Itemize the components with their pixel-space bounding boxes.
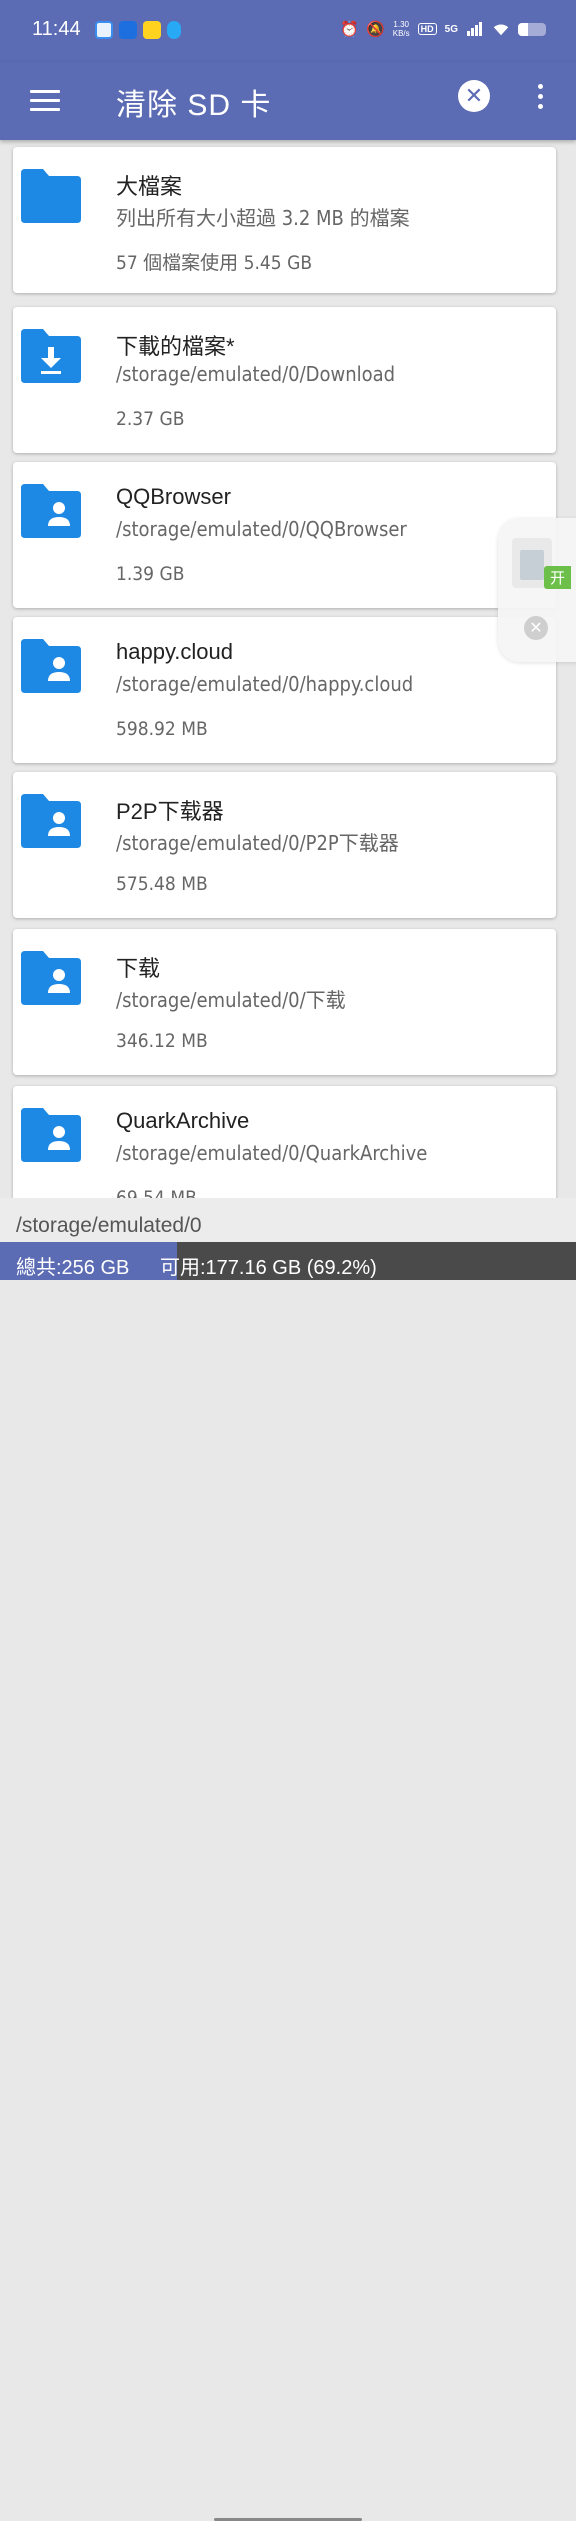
current-path: /storage/emulated/0 [16, 1214, 202, 1237]
user-folder-icon [21, 484, 81, 538]
list-item[interactable]: 下載的檔案* /storage/emulated/0/Download 2.37… [13, 307, 556, 453]
mute-icon: 🔕 [366, 21, 386, 38]
widget-tag[interactable]: 开 [544, 566, 572, 589]
hd-badge: HD [417, 23, 437, 35]
app-notification-icon [119, 21, 137, 39]
item-path: /storage/emulated/0/QuarkArchive [116, 1141, 428, 1165]
item-size: 1.39 GB [116, 563, 185, 585]
item-name: QQBrowser [116, 484, 231, 509]
list-item[interactable]: QuarkArchive /storage/emulated/0/QuarkAr… [13, 1086, 556, 1198]
user-folder-icon [21, 951, 81, 1005]
item-size: 346.12 MB [116, 1030, 208, 1052]
network-type: 5G [444, 23, 458, 35]
widget-close-icon[interactable]: ✕ [524, 616, 548, 640]
item-name: 大檔案 [116, 174, 183, 199]
close-button[interactable]: ✕ [458, 80, 490, 112]
list-item[interactable]: P2P下载器 /storage/emulated/0/P2P下载器 575.48… [13, 772, 556, 918]
user-folder-icon [21, 1108, 81, 1162]
page-title: 清除 SD 卡 [116, 89, 272, 122]
item-path: /storage/emulated/0/P2P下载器 [116, 831, 399, 855]
item-name: happy.cloud [116, 639, 234, 664]
qq-notification-icon [167, 21, 181, 39]
menu-button[interactable] [28, 84, 62, 118]
wifi-icon [492, 20, 510, 38]
item-path: /storage/emulated/0/下载 [116, 988, 346, 1012]
item-name: QuarkArchive [116, 1108, 250, 1133]
folder-icon [21, 169, 81, 223]
item-path: /storage/emulated/0/happy.cloud [116, 672, 414, 696]
item-size: 57 個檔案使用 5.45 GB [116, 252, 313, 274]
status-right: ⏰ 🔕 1.30 KB/s HD 5G [340, 20, 546, 38]
list-item[interactable]: 下载 /storage/emulated/0/下载 346.12 MB [13, 929, 556, 1075]
folder-list: 大檔案 列出所有大小超過 3.2 MB 的檔案 57 個檔案使用 5.45 GB… [0, 140, 576, 1198]
item-size: 2.37 GB [116, 408, 185, 430]
item-size: 69.54 MB [116, 1187, 197, 1198]
close-icon: ✕ [464, 83, 484, 108]
current-path-bar: /storage/emulated/0 [0, 1198, 576, 1242]
list-item[interactable]: 大檔案 列出所有大小超過 3.2 MB 的檔案 57 個檔案使用 5.45 GB [13, 147, 556, 293]
item-name: 下載的檔案* [116, 334, 235, 359]
item-path: /storage/emulated/0/QQBrowser [116, 517, 407, 541]
more-options-button[interactable] [524, 80, 556, 114]
storage-bar: 總共:256 GB 可用:177.16 GB (69.2%) [0, 1242, 576, 2521]
alarm-icon: ⏰ [340, 21, 360, 38]
net-speed-unit: KB/s [392, 29, 410, 38]
item-size: 575.48 MB [116, 873, 208, 895]
signal-icon [466, 20, 484, 38]
storage-total: 總共:256 GB [16, 1257, 130, 1279]
floating-cleaner-widget: 开 ✕ [498, 518, 576, 662]
notification-icons [95, 21, 181, 39]
download-folder-icon [21, 329, 81, 383]
item-path: /storage/emulated/0/Download [116, 362, 396, 386]
storage-available: 可用:177.16 GB (69.2%) [160, 1257, 377, 1279]
item-name: 下载 [116, 956, 161, 981]
user-folder-icon [21, 639, 81, 693]
list-item[interactable]: happy.cloud /storage/emulated/0/happy.cl… [13, 617, 556, 763]
net-speed-value: 1.30 [393, 20, 409, 29]
app-bar: 清除 SD 卡 ✕ [0, 62, 576, 140]
user-folder-icon [21, 794, 81, 848]
news-notification-icon [143, 21, 161, 39]
browser-notification-icon [95, 21, 113, 39]
item-name: P2P下载器 [116, 799, 224, 824]
battery-icon [518, 22, 546, 36]
status-bar: 11:44 ⏰ 🔕 1.30 KB/s HD 5G [0, 0, 576, 62]
item-size: 598.92 MB [116, 718, 208, 740]
status-time: 11:44 [32, 18, 81, 40]
net-speed: 1.30 KB/s [393, 20, 410, 38]
item-path: 列出所有大小超過 3.2 MB 的檔案 [116, 206, 410, 230]
list-item[interactable]: QQBrowser /storage/emulated/0/QQBrowser … [13, 462, 556, 608]
